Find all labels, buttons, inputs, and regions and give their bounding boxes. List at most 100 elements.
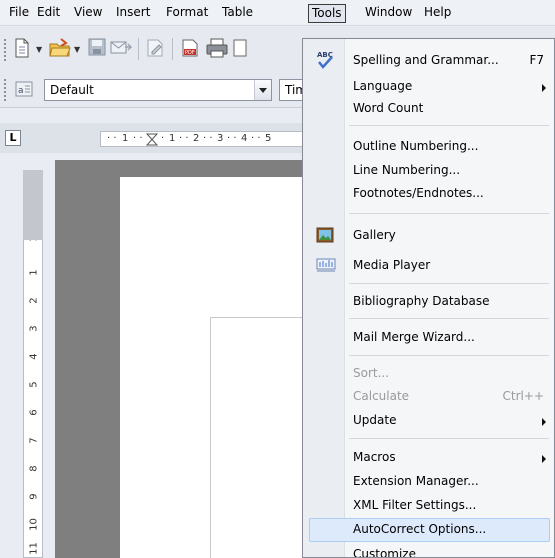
menu-item-sort[interactable]: Sort... <box>303 362 554 386</box>
menu-item-bibliography-database[interactable]: Bibliography Database <box>303 290 554 314</box>
ruler-label: 4 <box>28 353 40 360</box>
menu-item-extension-manager[interactable]: Extension Manager... <box>303 470 554 494</box>
menu-item-label: Bibliography Database <box>353 294 490 308</box>
new-document-button[interactable] <box>13 38 35 60</box>
menu-item-label: Outline Numbering... <box>353 139 479 153</box>
edit-file-icon <box>147 39 163 57</box>
menu-item-label: Extension Manager... <box>353 474 479 488</box>
menu-format[interactable]: Format <box>163 4 211 23</box>
export-pdf-button[interactable]: PDF <box>180 38 202 60</box>
toolbar-grip[interactable] <box>4 39 7 61</box>
menu-separator <box>349 318 549 319</box>
edit-file-button[interactable] <box>145 38 167 60</box>
menu-view[interactable]: View <box>71 4 105 23</box>
menu-item-autocorrect-options[interactable]: AutoCorrect Options... <box>309 518 550 542</box>
paragraph-style-chevron-down-icon[interactable] <box>254 80 271 100</box>
submenu-arrow-icon <box>542 84 546 92</box>
tab-stop-selector[interactable]: L <box>5 130 21 146</box>
menu-tools[interactable]: Tools <box>308 4 346 23</box>
menu-item-customize[interactable]: Customize <box>303 543 554 558</box>
menu-item-label: Gallery <box>353 228 396 242</box>
ruler-dots: · · <box>107 133 117 144</box>
ruler-label: 2 <box>28 297 40 304</box>
print-button[interactable] <box>206 38 228 60</box>
menu-item-media-player[interactable]: Media Player <box>303 254 554 278</box>
export-pdf-icon: PDF <box>182 39 198 57</box>
ruler-label: 1 <box>169 133 176 144</box>
menu-help[interactable]: Help <box>421 4 454 23</box>
menu-item-label: XML Filter Settings... <box>353 498 477 512</box>
ruler-label: 3 <box>217 133 224 144</box>
open-dropdown-chevron-down-icon[interactable]: ▼ <box>74 45 80 54</box>
ruler-dots: · · <box>133 133 143 144</box>
menu-item-footnotes-endnotes[interactable]: Footnotes/Endnotes... <box>303 182 554 206</box>
menu-insert[interactable]: Insert <box>113 4 153 23</box>
ruler-label: 8 <box>28 465 40 472</box>
menu-item-label: Line Numbering... <box>353 163 461 177</box>
menu-item-spelling-and-grammar[interactable]: ABC Spelling and Grammar... F7 <box>303 49 554 73</box>
menu-item-label: Spelling and Grammar... <box>353 53 499 67</box>
menu-item-label: Sort... <box>353 366 390 380</box>
menu-bar: File Edit View Insert Format Table Tools… <box>0 0 555 26</box>
ruler-label: 5 <box>265 133 272 144</box>
menu-item-label: Language <box>353 79 413 93</box>
svg-text:a: a <box>18 86 24 96</box>
save-button[interactable] <box>88 38 110 60</box>
email-button[interactable] <box>110 38 132 60</box>
menu-item-label: AutoCorrect Options... <box>353 522 487 536</box>
menu-item-gallery[interactable]: Gallery <box>303 224 554 248</box>
menu-window[interactable]: Window <box>362 4 415 23</box>
menu-item-outline-numbering[interactable]: Outline Numbering... <box>303 135 554 159</box>
ruler-dots: · · <box>179 133 189 144</box>
new-document-icon <box>15 38 29 58</box>
paragraph-style-value: Default <box>50 83 94 97</box>
menu-item-update[interactable]: Update <box>303 409 554 433</box>
open-folder-icon <box>49 38 71 57</box>
menu-table[interactable]: Table <box>219 4 256 23</box>
open-button[interactable] <box>49 38 71 60</box>
menu-item-shortcut: Ctrl++ <box>502 389 544 403</box>
menu-item-label: Macros <box>353 450 396 464</box>
ruler-label: 11 <box>28 542 40 555</box>
ruler-label: 10 <box>28 518 40 531</box>
menu-item-macros[interactable]: Macros <box>303 446 554 470</box>
ruler-dots: · · <box>251 133 261 144</box>
menu-item-label: Customize <box>353 547 416 558</box>
menu-item-label: Mail Merge Wizard... <box>353 330 475 344</box>
styles-icon: a <box>15 81 33 97</box>
media-player-icon <box>316 258 336 272</box>
save-icon <box>88 38 106 56</box>
ruler-dots: · · <box>203 133 213 144</box>
menu-separator <box>349 438 549 439</box>
menu-item-shortcut: F7 <box>529 53 544 67</box>
toolbar-grip[interactable] <box>4 79 7 101</box>
print-preview-icon <box>233 39 247 57</box>
menu-separator <box>349 213 549 214</box>
vertical-ruler-margin <box>23 170 43 240</box>
menu-file[interactable]: File <box>6 4 32 23</box>
ruler-label: 1 <box>122 133 129 144</box>
menu-item-xml-filter-settings[interactable]: XML Filter Settings... <box>303 494 554 518</box>
ruler-dots: · · <box>227 133 237 144</box>
styles-and-formatting-button[interactable]: a <box>14 79 36 101</box>
print-preview-button[interactable] <box>233 38 255 60</box>
menu-item-language[interactable]: Language <box>303 75 554 99</box>
paragraph-style-select[interactable]: Default <box>44 79 272 101</box>
toolbar-separator <box>172 38 173 60</box>
tools-menu-dropdown: ABC Spelling and Grammar... F7 Language … <box>302 38 555 558</box>
ruler-label: 2 <box>193 133 200 144</box>
new-dropdown-chevron-down-icon[interactable]: ▼ <box>36 45 42 54</box>
email-icon <box>110 41 132 54</box>
menu-item-label: Word Count <box>353 101 424 115</box>
menu-edit[interactable]: Edit <box>34 4 63 23</box>
print-icon <box>206 38 228 58</box>
menu-item-word-count[interactable]: Word Count <box>303 97 554 121</box>
indent-marker-icon[interactable] <box>146 133 158 146</box>
menu-item-calculate[interactable]: Calculate Ctrl++ <box>303 385 554 409</box>
menu-separator <box>349 125 549 126</box>
menu-item-mail-merge-wizard[interactable]: Mail Merge Wizard... <box>303 326 554 350</box>
svg-text:PDF: PDF <box>185 50 195 56</box>
menu-item-line-numbering[interactable]: Line Numbering... <box>303 159 554 183</box>
ruler-label: 7 <box>28 437 40 444</box>
menu-separator <box>349 355 549 356</box>
